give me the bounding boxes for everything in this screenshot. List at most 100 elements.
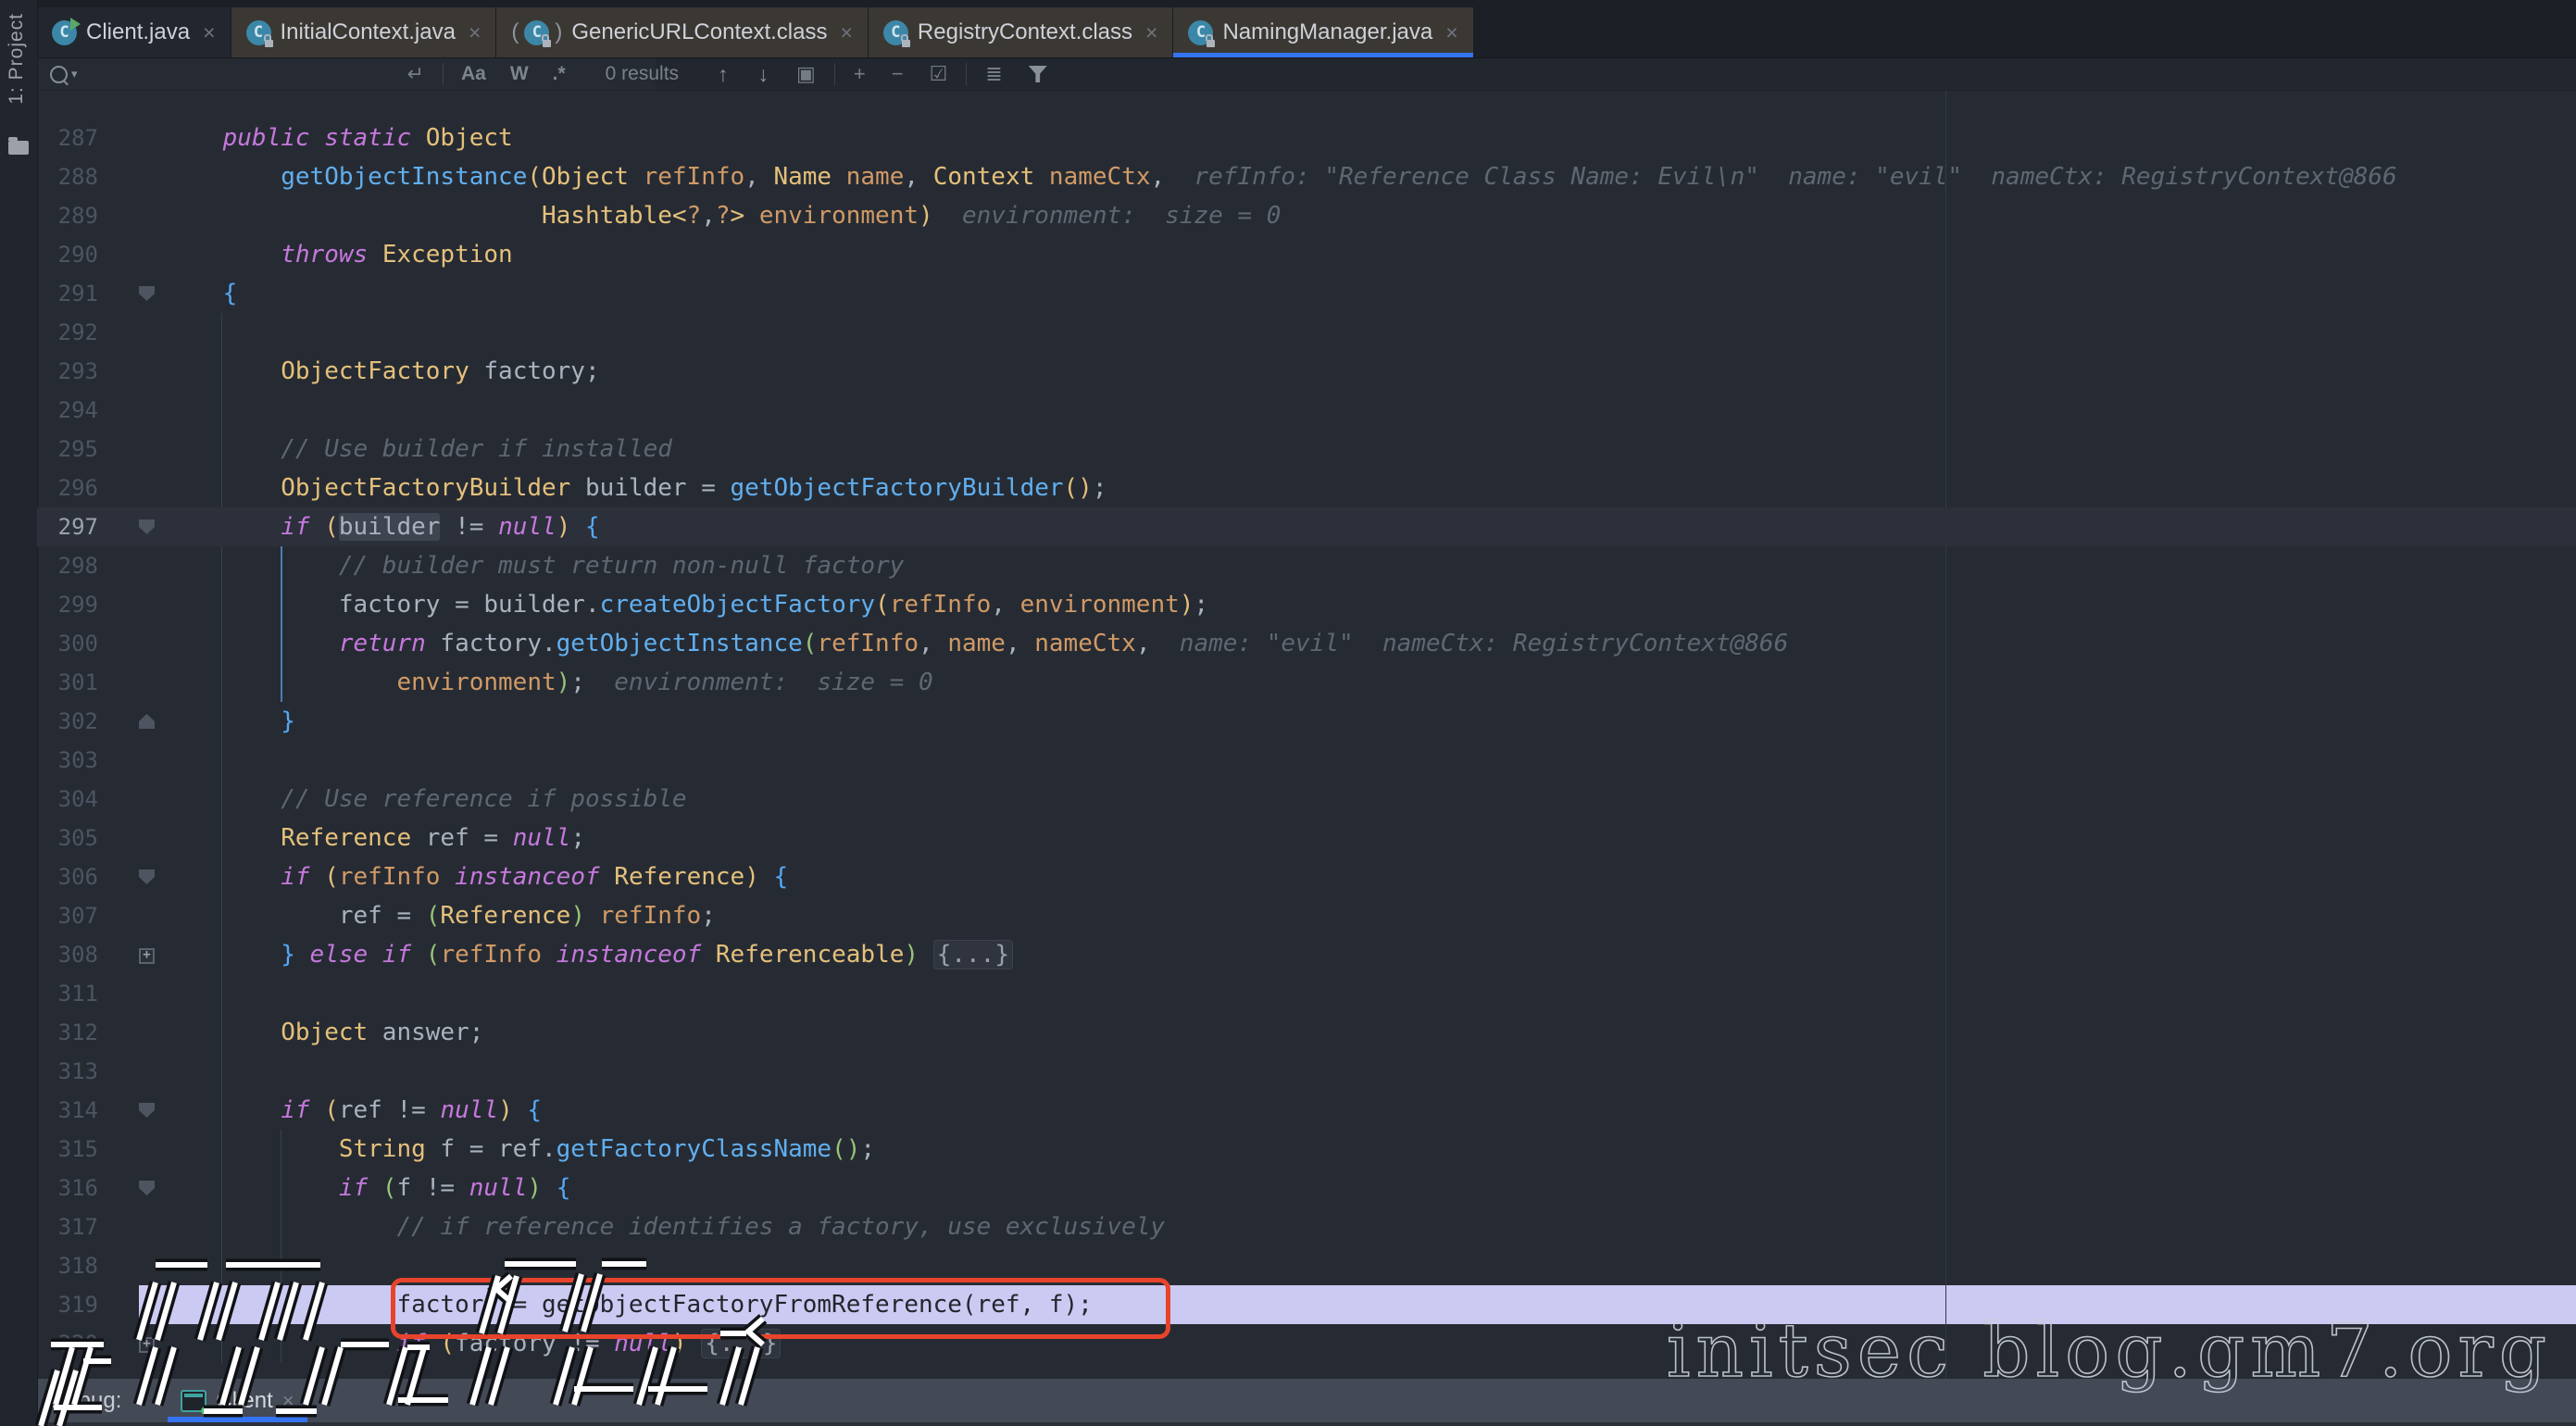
close-icon[interactable]: ×: [1145, 20, 1157, 45]
divider: [966, 63, 967, 85]
code-text: // builder must return non-null factory: [165, 546, 904, 585]
gutter: [98, 741, 165, 780]
inline-debug-hint: refInfo: "Reference Class Name: Evil\n" …: [1165, 163, 2397, 191]
line-number: 302: [37, 702, 98, 741]
code-text: Object answer;: [165, 1013, 483, 1052]
code-line-287: 287 public static Object: [37, 119, 2576, 157]
gutter: [98, 663, 165, 702]
line-number: 290: [37, 235, 98, 274]
inline-debug-hint: environment: size = 0: [933, 202, 1282, 230]
gutter: [98, 196, 165, 235]
line-number: 308: [37, 935, 98, 974]
line-number: 295: [37, 430, 98, 469]
code-line-314: 314 if (ref != null) {: [37, 1091, 2576, 1130]
annotation-highlight-box: [391, 1278, 1170, 1339]
code-line-317: 317 // if reference identifies a factory…: [37, 1207, 2576, 1246]
code-text: // Use builder if installed: [165, 430, 672, 469]
tab-registrycontext-class[interactable]: C RegistryContext.class ×: [869, 7, 1174, 57]
close-icon[interactable]: ×: [203, 20, 215, 45]
code-text: Reference ref = null;: [165, 819, 585, 857]
code-text: environment); environment: size = 0: [165, 663, 933, 702]
code-line-302: 302 }: [37, 702, 2576, 741]
filter-funnel-icon[interactable]: [1029, 66, 1047, 82]
code-line-315: 315 String f = ref.getFactoryClassName()…: [37, 1130, 2576, 1169]
words-toggle[interactable]: W: [510, 63, 529, 85]
close-icon[interactable]: ×: [840, 20, 852, 45]
add-selection-icon[interactable]: +: [854, 62, 866, 86]
code-line-295: 295 // Use builder if installed: [37, 430, 2576, 469]
gutter: [98, 585, 165, 624]
tab-genericurlcontext-class[interactable]: ( C ) GenericURLContext.class ×: [496, 7, 869, 57]
gutter: [98, 1091, 165, 1130]
gutter: [98, 235, 165, 274]
debug-tab-label: Client: [216, 1388, 272, 1414]
gutter: [98, 1285, 165, 1324]
code-text: if (ref != null) {: [165, 1091, 542, 1130]
line-number: 298: [37, 546, 98, 585]
line-number: 304: [37, 780, 98, 819]
fold-collapse-icon[interactable]: [139, 519, 155, 534]
search-history-caret-icon[interactable]: ▾: [71, 67, 78, 81]
remove-selection-icon[interactable]: −: [892, 62, 904, 86]
gutter: [98, 1207, 165, 1246]
code-text: public static Object: [165, 119, 513, 157]
gutter: [98, 1130, 165, 1169]
code-line-308: 308 } else if (refInfo instanceof Refere…: [37, 935, 2576, 974]
gutter: [98, 430, 165, 469]
fold-collapse-icon[interactable]: [139, 714, 155, 729]
line-number: 305: [37, 819, 98, 857]
line-number: 318: [37, 1246, 98, 1285]
search-icon[interactable]: [50, 66, 68, 83]
line-number: 320: [37, 1324, 98, 1363]
code-line-291: 291 {: [37, 274, 2576, 313]
tab-namingmanager-java[interactable]: C NamingManager.java ×: [1173, 7, 1473, 57]
select-all-occurrences-icon[interactable]: ▣: [796, 62, 816, 86]
line-number: 316: [37, 1169, 98, 1207]
search-input[interactable]: [85, 62, 394, 86]
ide-window: 1: Project C Client.java × C InitialCont…: [0, 0, 2576, 1426]
code-editor[interactable]: 287 public static Object288 getObjectIns…: [37, 91, 2576, 1379]
code-text: if (builder != null) {: [165, 507, 600, 546]
code-line-289: 289 Hashtable<?,?> environment) environm…: [37, 196, 2576, 235]
code-text: throws Exception: [165, 235, 513, 274]
toggle-multicaret-icon[interactable]: ☑: [930, 62, 948, 86]
code-line-288: 288 getObjectInstance(Object refInfo, Na…: [37, 157, 2576, 196]
gutter: [98, 157, 165, 196]
debug-session-tab-client[interactable]: Client ×: [168, 1379, 306, 1422]
close-icon[interactable]: ×: [282, 1389, 294, 1413]
regex-toggle[interactable]: .*: [553, 63, 566, 85]
folder-icon[interactable]: [8, 141, 29, 155]
close-icon[interactable]: ×: [1445, 20, 1457, 45]
code-line-301: 301 environment); environment: size = 0: [37, 663, 2576, 702]
match-case-toggle[interactable]: Aa: [461, 63, 486, 85]
line-number: 315: [37, 1130, 98, 1169]
line-number: 314: [37, 1091, 98, 1130]
fold-collapse-icon[interactable]: [139, 869, 155, 884]
left-tool-stripe: 1: Project: [0, 0, 38, 1426]
fold-expand-icon[interactable]: [139, 948, 155, 964]
main-area: C Client.java × C InitialContext.java × …: [37, 0, 2576, 1426]
line-number: 294: [37, 391, 98, 430]
prev-occurrence-icon[interactable]: ↑: [718, 62, 729, 87]
code-line-290: 290 throws Exception: [37, 235, 2576, 274]
close-icon[interactable]: ×: [469, 20, 481, 45]
code-line-316: 316 if (f != null) {: [37, 1169, 2576, 1207]
gutter: [98, 702, 165, 741]
fold-expand-icon[interactable]: [139, 1337, 155, 1353]
fold-collapse-icon[interactable]: [139, 286, 155, 301]
fold-collapse-icon[interactable]: [139, 1103, 155, 1118]
filter-lines-icon[interactable]: ≣: [985, 62, 1002, 86]
line-number: 289: [37, 196, 98, 235]
gutter: [98, 935, 165, 974]
project-tool-button[interactable]: 1: Project: [6, 13, 28, 105]
code-line-304: 304 // Use reference if possible: [37, 780, 2576, 819]
tab-initialcontext-java[interactable]: C InitialContext.java ×: [231, 7, 497, 57]
code-line-293: 293 ObjectFactory factory;: [37, 352, 2576, 391]
code-text: // if reference identifies a factory, us…: [165, 1207, 1165, 1246]
next-occurrence-icon[interactable]: ↓: [758, 62, 769, 87]
fold-collapse-icon[interactable]: [139, 1181, 155, 1195]
tab-client-java[interactable]: C Client.java ×: [37, 7, 231, 57]
line-number: 292: [37, 313, 98, 352]
newline-arrow-icon[interactable]: ↵: [407, 62, 424, 86]
tab-label: NamingManager.java: [1222, 19, 1432, 45]
